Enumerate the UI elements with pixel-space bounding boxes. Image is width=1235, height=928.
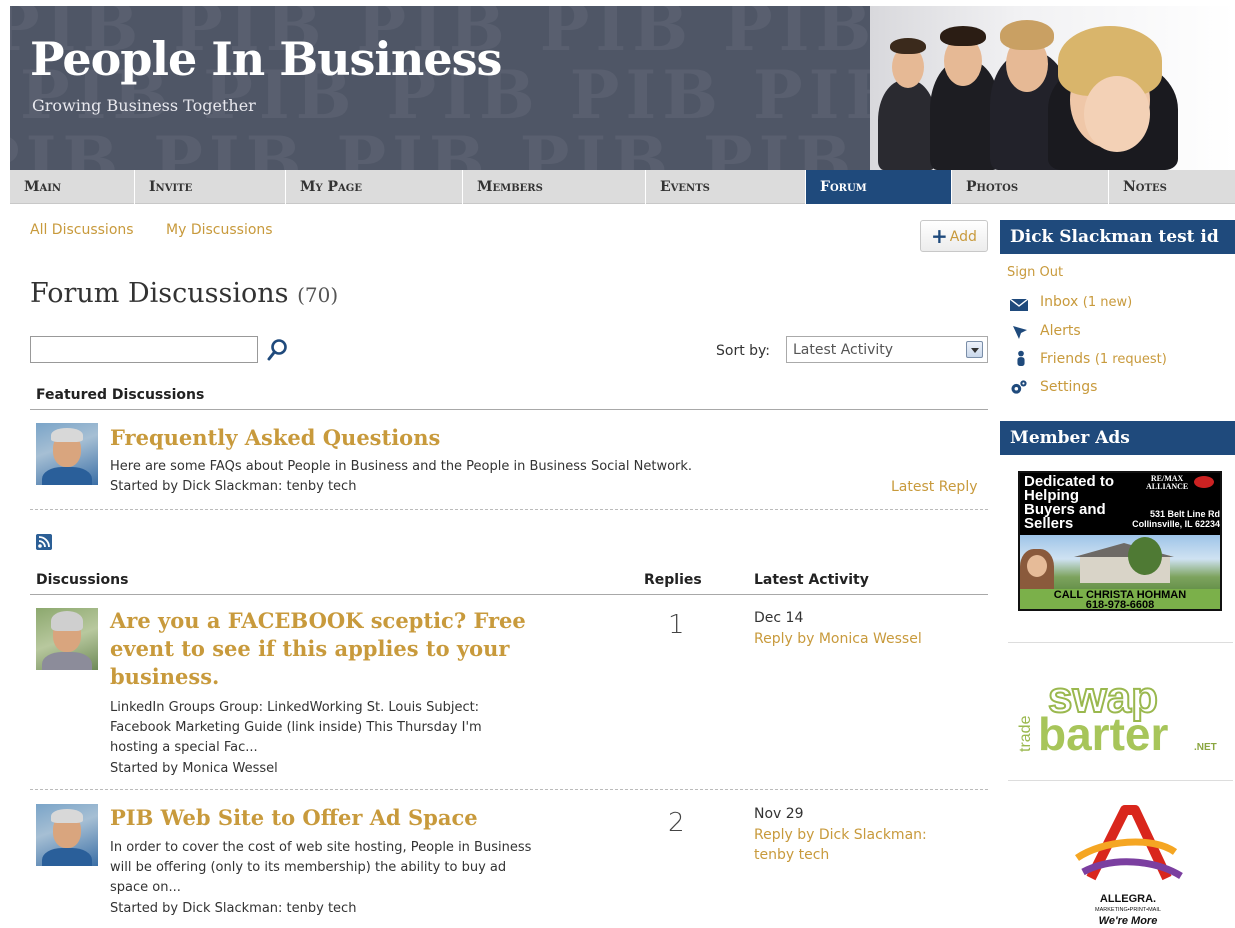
featured-started-by: Started by Dick Slackman: tenby tech xyxy=(110,479,357,494)
svg-text:.NET: .NET xyxy=(1194,742,1217,753)
tab-members[interactable]: Members xyxy=(463,170,646,204)
header-photo xyxy=(870,6,1235,170)
reply-by-link[interactable]: Reply by Monica Wessel xyxy=(754,629,922,649)
discussion-excerpt: In order to cover the cost of web site h… xyxy=(110,840,532,895)
chevron-down-icon xyxy=(966,341,983,358)
friends-link[interactable]: Friends (1 request) xyxy=(1040,351,1167,367)
avatar[interactable] xyxy=(36,804,98,866)
replies-heading: Replies xyxy=(644,572,702,588)
svg-text:trade: trade xyxy=(1017,715,1034,752)
discussion-started-by: Started by Dick Slackman: tenby tech xyxy=(110,901,357,916)
tab-forum[interactable]: Forum xyxy=(806,170,952,204)
discussion-count: (70) xyxy=(297,283,339,307)
latest-activity-heading: Latest Activity xyxy=(754,572,869,588)
featured-heading: Featured Discussions xyxy=(36,387,205,403)
tab-notes[interactable]: Notes xyxy=(1109,170,1235,204)
inbox-link[interactable]: Inbox (1 new) xyxy=(1040,294,1132,310)
reply-by-link[interactable]: Reply by Dick Slackman: tenby tech xyxy=(754,825,927,865)
discussion-title[interactable]: Are you a FACEBOOK sceptic? Free event t… xyxy=(110,607,630,691)
sign-out-link[interactable]: Sign Out xyxy=(1007,265,1063,280)
avatar[interactable] xyxy=(36,608,98,670)
divider xyxy=(1008,642,1233,643)
reply-count: 2 xyxy=(668,808,685,838)
featured-excerpt: Here are some FAQs about People in Busin… xyxy=(110,459,693,474)
tab-my-page[interactable]: My Page xyxy=(286,170,463,204)
sort-value: Latest Activity xyxy=(793,342,894,358)
site-title[interactable]: People In Business xyxy=(30,32,502,86)
divider xyxy=(30,409,988,410)
discussions-heading: Discussions xyxy=(36,572,129,588)
person-icon xyxy=(1017,350,1025,366)
sort-select[interactable]: Latest Activity xyxy=(786,336,988,363)
swap-barter-ad[interactable]: trade swap barter .NET xyxy=(1010,672,1225,762)
remax-ad[interactable]: Dedicated to Helping Buyers and Sellers … xyxy=(1018,471,1222,611)
alert-flag-icon xyxy=(1013,326,1027,339)
forum-subnav: All Discussions My Discussions xyxy=(30,222,301,238)
activity-date: Nov 29 xyxy=(754,806,804,822)
tab-invite[interactable]: Invite xyxy=(135,170,286,204)
svg-text:We're More: We're More xyxy=(1099,915,1158,927)
activity-date: Dec 14 xyxy=(754,610,804,626)
member-ads-heading: Member Ads xyxy=(1000,421,1235,455)
discussion-excerpt: LinkedIn Groups Group: LinkedWorking St.… xyxy=(110,700,482,755)
avatar[interactable] xyxy=(36,423,98,485)
page-title: Forum Discussions (70) xyxy=(30,278,338,309)
divider xyxy=(30,789,988,790)
svg-text:barter: barter xyxy=(1038,708,1168,760)
alerts-link[interactable]: Alerts xyxy=(1040,323,1081,339)
user-name-heading[interactable]: Dick Slackman test id xyxy=(1000,220,1235,254)
tab-main[interactable]: Main xyxy=(10,170,135,204)
tab-events[interactable]: Events xyxy=(646,170,806,204)
divider xyxy=(1008,780,1233,781)
divider xyxy=(30,594,988,595)
tab-photos[interactable]: Photos xyxy=(952,170,1109,204)
my-discussions-link[interactable]: My Discussions xyxy=(166,222,273,238)
envelope-icon xyxy=(1010,298,1028,311)
allegra-ad[interactable]: ALLEGRA. MARKETING•PRINT•MAIL We're More xyxy=(1063,800,1193,928)
divider xyxy=(30,509,988,510)
plus-icon: + xyxy=(931,224,948,248)
search-icon[interactable] xyxy=(266,337,288,363)
discussion-title[interactable]: PIB Web Site to Offer Ad Space xyxy=(110,804,478,832)
settings-gear-icon xyxy=(1011,380,1027,394)
latest-reply-link[interactable]: Latest Reply xyxy=(891,477,978,497)
page-title-text: Forum Discussions xyxy=(30,278,289,309)
settings-link[interactable]: Settings xyxy=(1040,379,1097,395)
featured-discussion-title[interactable]: Frequently Asked Questions xyxy=(110,424,440,452)
discussion-started-by: Started by Monica Wessel xyxy=(110,761,278,776)
search-input[interactable] xyxy=(30,336,258,363)
sort-label: Sort by: xyxy=(716,343,771,359)
add-label: Add xyxy=(949,229,977,245)
add-discussion-button[interactable]: + Add xyxy=(920,220,988,252)
main-nav: Main Invite My Page Members Events Forum… xyxy=(10,170,1235,204)
site-tagline: Growing Business Together xyxy=(32,96,256,115)
reply-count: 1 xyxy=(668,610,685,640)
svg-text:ALLEGRA.: ALLEGRA. xyxy=(1100,893,1156,905)
all-discussions-link[interactable]: All Discussions xyxy=(30,222,134,238)
site-header: PIB PIB PIB PIB PIB PIB PIB PIB PIB PIB … xyxy=(10,6,1235,170)
rss-icon[interactable] xyxy=(36,534,52,550)
svg-text:MARKETING•PRINT•MAIL: MARKETING•PRINT•MAIL xyxy=(1095,907,1161,913)
